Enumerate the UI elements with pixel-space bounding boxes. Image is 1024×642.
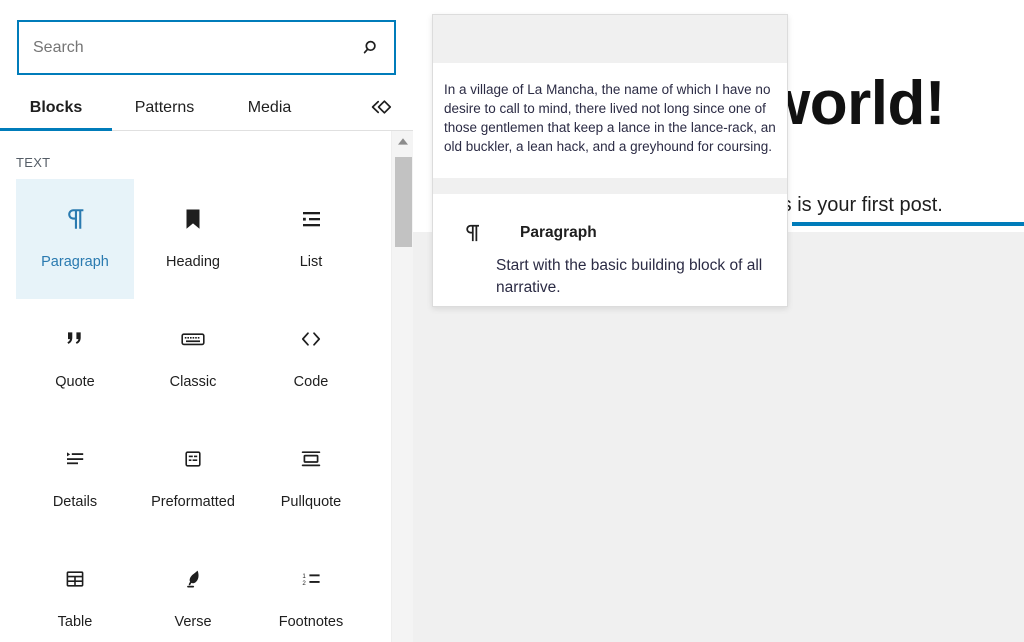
inserter-toggle-icon xyxy=(367,93,395,124)
details-icon xyxy=(62,445,88,473)
quote-icon xyxy=(63,325,87,353)
block-item-table-label: Table xyxy=(58,614,93,631)
classic-keyboard-icon xyxy=(179,325,207,353)
popover-divider-band xyxy=(433,178,787,194)
inserter-toggle-button[interactable] xyxy=(355,86,407,131)
tab-patterns[interactable]: Patterns xyxy=(112,86,217,131)
search-input[interactable] xyxy=(19,39,346,57)
verse-feather-icon xyxy=(182,565,204,593)
pullquote-icon xyxy=(298,445,324,473)
block-preview-popover: In a village of La Mancha, the name of w… xyxy=(432,14,788,307)
block-item-details[interactable]: Details xyxy=(16,419,134,539)
popover-info: Paragraph Start with the basic building … xyxy=(433,194,787,306)
block-item-list-label: List xyxy=(300,254,323,271)
block-item-footnotes[interactable]: 1 2 Footnotes xyxy=(252,539,370,642)
block-item-preformatted[interactable]: Preformatted xyxy=(134,419,252,539)
tab-media[interactable]: Media xyxy=(217,86,322,131)
block-inserter-panel: Blocks Patterns Media TEXT xyxy=(0,0,413,642)
block-item-classic-label: Classic xyxy=(170,374,217,391)
paragraph-icon xyxy=(63,205,87,233)
paragraph-icon xyxy=(458,222,486,244)
block-item-quote-label: Quote xyxy=(55,374,95,391)
block-item-pullquote-label: Pullquote xyxy=(281,494,341,511)
scroll-up-arrow-icon[interactable] xyxy=(392,131,414,151)
search-box[interactable] xyxy=(17,20,396,75)
block-list-scrollbar[interactable] xyxy=(391,131,413,642)
preformatted-icon xyxy=(181,445,205,473)
block-item-verse[interactable]: Verse xyxy=(134,539,252,642)
block-item-code-label: Code xyxy=(294,374,329,391)
app-root: world! ess. This is your first post. xyxy=(0,0,1024,642)
block-list: TEXT Paragraph xyxy=(0,131,413,642)
popover-info-header: Paragraph xyxy=(458,222,597,244)
block-item-pullquote[interactable]: Pullquote xyxy=(252,419,370,539)
tab-blocks-label: Blocks xyxy=(30,99,82,117)
block-grid: Paragraph Heading xyxy=(16,179,370,642)
block-item-paragraph[interactable]: Paragraph xyxy=(16,179,134,299)
popover-top-band xyxy=(433,15,787,63)
popover-preview-text: In a village of La Mancha, the name of w… xyxy=(444,80,776,157)
tab-patterns-label: Patterns xyxy=(135,99,195,117)
popover-title: Paragraph xyxy=(520,224,597,242)
inserter-tabs: Blocks Patterns Media xyxy=(0,86,413,131)
search-icon[interactable] xyxy=(346,22,394,73)
svg-text:2: 2 xyxy=(302,580,306,587)
table-icon xyxy=(63,565,87,593)
tab-media-label: Media xyxy=(248,99,292,117)
popover-description: Start with the basic building block of a… xyxy=(496,255,771,300)
popover-preview: In a village of La Mancha, the name of w… xyxy=(433,63,787,178)
block-item-verse-label: Verse xyxy=(174,614,211,631)
block-item-heading-label: Heading xyxy=(166,254,220,271)
heading-bookmark-icon xyxy=(182,205,204,233)
svg-text:1: 1 xyxy=(302,573,306,580)
selected-block-underline xyxy=(792,222,1024,226)
block-item-preformatted-label: Preformatted xyxy=(151,494,235,511)
block-item-paragraph-label: Paragraph xyxy=(41,254,109,271)
scrollbar-thumb[interactable] xyxy=(395,157,412,247)
block-item-table[interactable]: Table xyxy=(16,539,134,642)
block-item-code[interactable]: Code xyxy=(252,299,370,419)
tab-blocks[interactable]: Blocks xyxy=(0,86,112,131)
block-item-quote[interactable]: Quote xyxy=(16,299,134,419)
block-item-classic[interactable]: Classic xyxy=(134,299,252,419)
block-item-heading[interactable]: Heading xyxy=(134,179,252,299)
list-icon xyxy=(298,205,324,233)
block-item-list[interactable]: List xyxy=(252,179,370,299)
category-label-text: TEXT xyxy=(16,155,50,170)
block-item-footnotes-label: Footnotes xyxy=(279,614,344,631)
block-item-details-label: Details xyxy=(53,494,97,511)
post-heading[interactable]: world! xyxy=(762,73,945,135)
search-area xyxy=(0,0,413,86)
code-icon xyxy=(298,325,324,353)
footnotes-icon: 1 2 xyxy=(298,565,324,593)
